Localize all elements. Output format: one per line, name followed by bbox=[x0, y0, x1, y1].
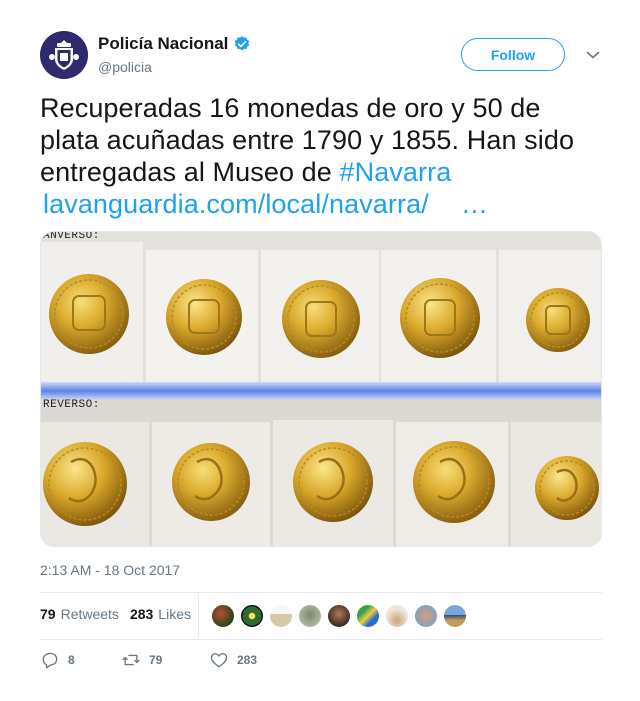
verified-badge-icon bbox=[235, 36, 250, 51]
liker-avatar[interactable] bbox=[385, 604, 409, 628]
coin-obverse-3 bbox=[282, 280, 360, 358]
heart-icon bbox=[210, 653, 228, 668]
police-crest-icon bbox=[40, 31, 88, 79]
url-text[interactable]: lavanguardia.com/local/navarra/ bbox=[43, 189, 429, 219]
gold-coins-photo bbox=[41, 232, 601, 546]
tweet-text-line-3: entregadas al Museo de #Navarra bbox=[40, 156, 602, 188]
coin-obverse-5 bbox=[526, 288, 590, 352]
likes-label: Likes bbox=[158, 606, 191, 622]
liker-avatar[interactable] bbox=[356, 604, 380, 628]
liker-avatar[interactable] bbox=[327, 604, 351, 628]
likes-count: 283 bbox=[129, 606, 154, 622]
coin-obverse-2 bbox=[166, 279, 242, 355]
tweet-stats: 79 Retweets 283 Likes bbox=[40, 606, 202, 622]
liker-avatar[interactable] bbox=[211, 604, 235, 628]
likes-stat[interactable]: 283 Likes bbox=[130, 606, 191, 622]
photo-label-obverse: ANVERSO: bbox=[43, 231, 100, 242]
photo-label-reverse: REVERSO: bbox=[43, 399, 100, 411]
liker-avatars bbox=[211, 604, 472, 628]
follow-button[interactable]: Follow bbox=[461, 38, 565, 71]
display-name[interactable]: Policía Nacional bbox=[98, 34, 228, 54]
tweet-header: Policía Nacional @policia Follow bbox=[40, 31, 602, 83]
coin-reverse-1 bbox=[43, 442, 127, 526]
liker-avatar[interactable] bbox=[240, 604, 264, 628]
reply-button[interactable]: 8 bbox=[40, 650, 121, 670]
reply-count: 8 bbox=[68, 653, 75, 667]
tweet-timestamp[interactable]: 2:13 AM - 18 Oct 2017 bbox=[40, 562, 180, 578]
user-handle[interactable]: @policia bbox=[98, 59, 152, 75]
tweet-photo[interactable]: ANVERSO: REVERSO: bbox=[40, 231, 602, 547]
tweet-actions: 8 79 283 bbox=[40, 650, 257, 670]
like-button[interactable]: 283 bbox=[209, 650, 257, 670]
chevron-down-icon[interactable] bbox=[584, 46, 602, 64]
tweet-text: Recuperadas 16 monedas de oro y 50 de pl… bbox=[40, 92, 602, 219]
tweet-text-line-1: Recuperadas 16 monedas de oro y 50 de bbox=[40, 93, 541, 123]
retweets-stat[interactable]: 79 Retweets bbox=[40, 606, 119, 622]
divider-bottom bbox=[40, 639, 602, 640]
coin-reverse-2 bbox=[172, 443, 250, 521]
coin-reverse-4 bbox=[413, 441, 495, 523]
liker-avatar[interactable] bbox=[414, 604, 438, 628]
retweet-button[interactable]: 79 bbox=[121, 650, 209, 670]
coin-reverse-5 bbox=[535, 456, 599, 520]
like-count: 283 bbox=[237, 653, 258, 667]
name-row: Policía Nacional bbox=[98, 34, 251, 54]
reply-icon bbox=[42, 652, 58, 669]
tweet-text-segment: entregadas al Museo de bbox=[40, 157, 340, 187]
retweet-icon bbox=[122, 654, 140, 666]
coin-reverse-3 bbox=[293, 442, 373, 522]
retweet-count: 79 bbox=[149, 653, 163, 667]
liker-avatar[interactable] bbox=[443, 604, 467, 628]
stats-separator bbox=[198, 593, 199, 638]
liker-avatar[interactable] bbox=[269, 604, 293, 628]
hashtag-link[interactable]: #Navarra bbox=[340, 157, 452, 187]
liker-avatar[interactable] bbox=[298, 604, 322, 628]
coin-obverse-1 bbox=[49, 274, 129, 354]
url-ellipsis: … bbox=[460, 189, 488, 219]
divider-top bbox=[40, 592, 602, 593]
coin-obverse-4 bbox=[400, 278, 480, 358]
tweet-text-line-2: plata acuñadas entre 1790 y 1855. Han si… bbox=[40, 125, 575, 155]
retweets-label: Retweets bbox=[60, 606, 119, 622]
retweets-count: 79 bbox=[40, 606, 56, 622]
url-link[interactable]: lavanguardia.com/local/navarra/ … bbox=[43, 188, 488, 220]
avatar[interactable] bbox=[40, 31, 88, 79]
